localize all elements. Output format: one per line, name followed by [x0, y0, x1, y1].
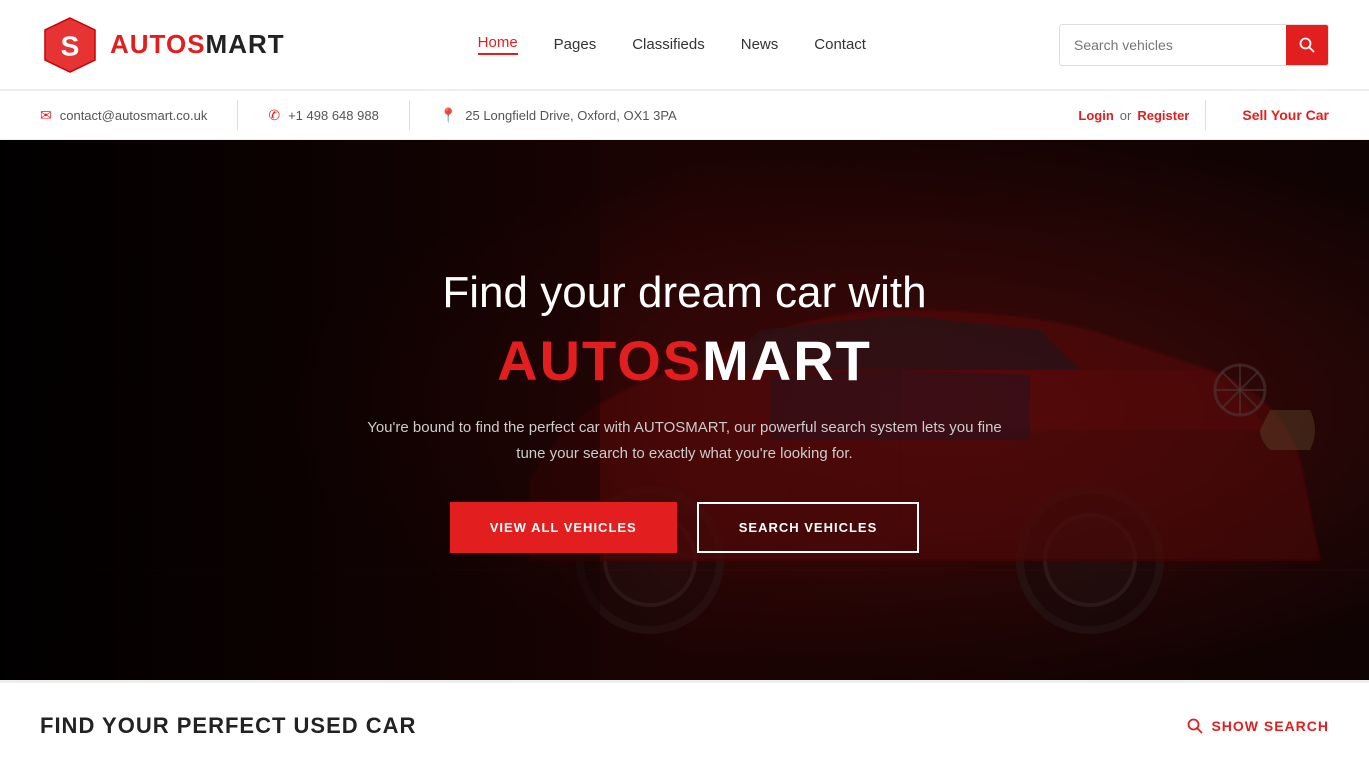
- info-left: ✉ contact@autosmart.co.uk ✆ +1 498 648 9…: [40, 100, 677, 130]
- info-bar: ✉ contact@autosmart.co.uk ✆ +1 498 648 9…: [0, 90, 1369, 140]
- search-input[interactable]: [1060, 37, 1286, 53]
- hero-brand-red: AUTOS: [497, 329, 702, 392]
- search-button[interactable]: [1286, 24, 1328, 66]
- info-right: Login or Register Sell Your Car: [1078, 100, 1329, 130]
- logo[interactable]: S AUTOSMART: [40, 15, 285, 75]
- address-info: 📍 25 Longfield Drive, Oxford, OX1 3PA: [440, 107, 677, 124]
- view-all-vehicles-button[interactable]: VIEW ALL VEHICLES: [450, 502, 677, 553]
- find-section: FIND YOUR PERFECT USED CAR SHOW SEARCH: [0, 680, 1369, 769]
- email-info: ✉ contact@autosmart.co.uk: [40, 107, 207, 124]
- hero-brand-white: MART: [702, 329, 872, 392]
- phone-icon: ✆: [268, 107, 280, 124]
- header: S AUTOSMART Home Pages Classifieds News …: [0, 0, 1369, 90]
- phone-value: +1 498 648 988: [288, 108, 379, 123]
- sell-car-link[interactable]: Sell Your Car: [1242, 107, 1329, 123]
- nav-home[interactable]: Home: [478, 34, 518, 55]
- nav-contact[interactable]: Contact: [814, 36, 866, 53]
- login-link[interactable]: Login: [1078, 108, 1113, 123]
- nav-pages[interactable]: Pages: [554, 36, 597, 53]
- register-link[interactable]: Register: [1137, 108, 1189, 123]
- hero-buttons: VIEW ALL VEHICLES SEARCH VEHICLES: [355, 502, 1015, 553]
- hero-section: Find your dream car with AUTOSMART You'r…: [0, 140, 1369, 680]
- nav-news[interactable]: News: [741, 36, 779, 53]
- search-icon-small: [1187, 718, 1203, 734]
- email-icon: ✉: [40, 107, 52, 124]
- or-label: or: [1120, 108, 1132, 123]
- phone-info: ✆ +1 498 648 988: [268, 107, 378, 124]
- hero-brand: AUTOSMART: [355, 330, 1015, 392]
- find-title: FIND YOUR PERFECT USED CAR: [40, 713, 416, 739]
- show-search-label: SHOW SEARCH: [1211, 718, 1329, 734]
- hero-content: Find your dream car with AUTOSMART You'r…: [335, 267, 1035, 553]
- search-bar: [1059, 24, 1329, 66]
- address-value: 25 Longfield Drive, Oxford, OX1 3PA: [465, 108, 676, 123]
- location-icon: 📍: [440, 107, 457, 124]
- divider-1: [237, 100, 238, 130]
- search-vehicles-button[interactable]: SEARCH VEHICLES: [697, 502, 920, 553]
- email-value: contact@autosmart.co.uk: [60, 108, 208, 123]
- main-nav: Home Pages Classifieds News Contact: [478, 34, 866, 55]
- divider-3: [1205, 100, 1206, 130]
- search-icon: [1299, 37, 1315, 53]
- brand-name: AUTOSMART: [110, 29, 285, 60]
- logo-icon: S: [40, 15, 100, 75]
- divider-2: [409, 100, 410, 130]
- show-search-button[interactable]: SHOW SEARCH: [1187, 718, 1329, 734]
- hero-title: Find your dream car with: [355, 267, 1015, 320]
- svg-text:S: S: [61, 30, 80, 61]
- hero-description: You're bound to find the perfect car wit…: [355, 415, 1015, 466]
- nav-classifieds[interactable]: Classifieds: [632, 36, 705, 53]
